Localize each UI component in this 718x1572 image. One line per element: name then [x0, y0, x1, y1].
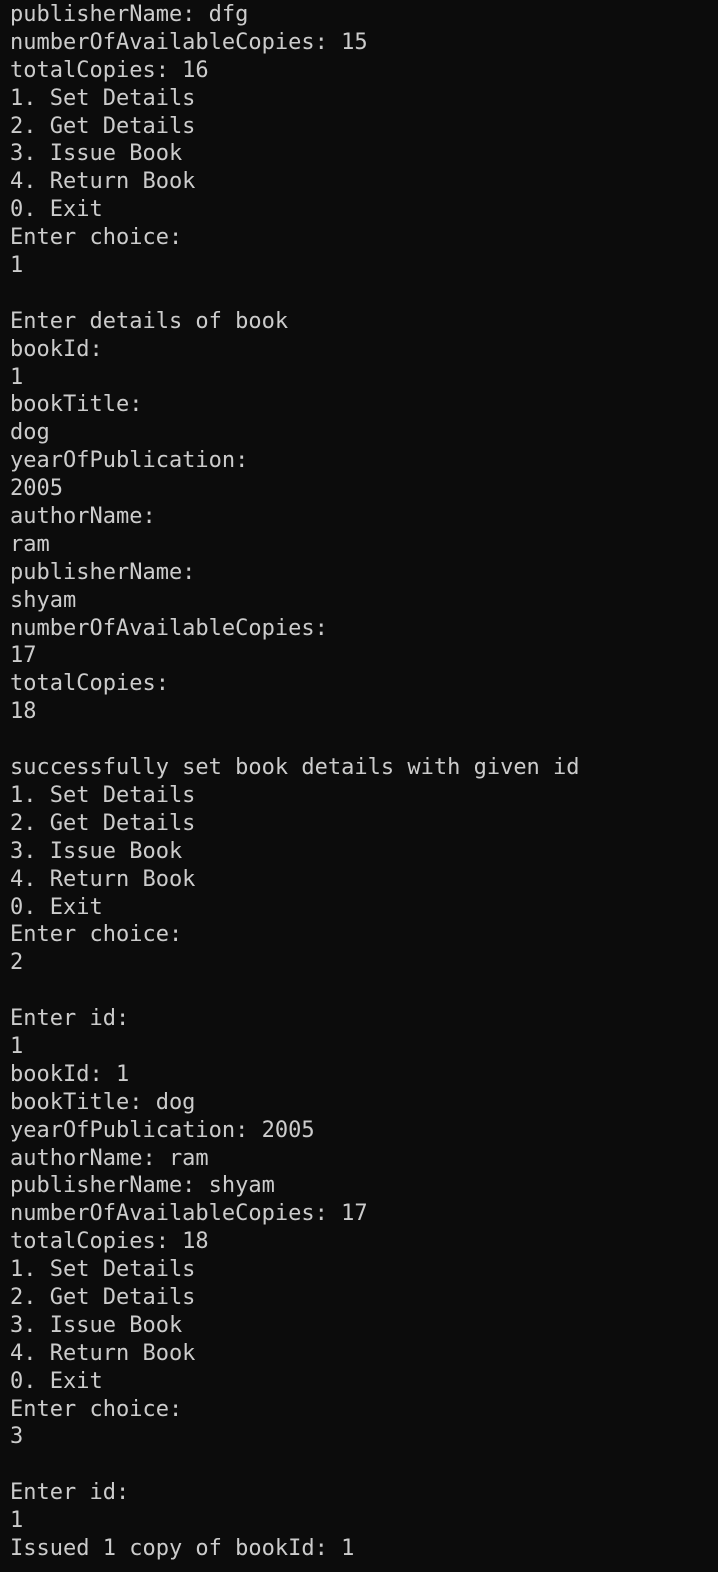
- terminal-line: Issued 1 copy of bookId: 1: [10, 1535, 355, 1561]
- terminal-line: 18: [10, 699, 37, 725]
- terminal-line: shyam: [10, 587, 77, 613]
- terminal-line: 2. Get Details: [10, 810, 196, 836]
- terminal-line: 1: [10, 1033, 24, 1059]
- terminal-line: 2: [10, 950, 24, 976]
- terminal-line: ram: [10, 531, 50, 557]
- terminal-line: 1. Set Details: [10, 1257, 196, 1283]
- terminal-line: publisherName:: [10, 559, 196, 585]
- terminal-line: Enter details of book: [10, 308, 289, 334]
- terminal-line: 3. Issue Book: [10, 1312, 183, 1338]
- terminal-line: bookTitle: dog: [10, 1089, 196, 1115]
- terminal-line: authorName: ram: [10, 1145, 209, 1171]
- terminal-line: 3. Issue Book: [10, 141, 183, 167]
- terminal-line: dog: [10, 420, 50, 446]
- terminal-line: yearOfPublication:: [10, 448, 249, 474]
- terminal-line: Enter choice:: [10, 225, 183, 251]
- terminal-line: bookTitle:: [10, 392, 143, 418]
- terminal-line: 0. Exit: [10, 894, 103, 920]
- terminal-line: publisherName: dfg: [10, 2, 249, 27]
- terminal-line: 0. Exit: [10, 197, 103, 223]
- terminal-line: 2. Get Details: [10, 1284, 196, 1310]
- terminal-line: 3. Issue Book: [10, 838, 183, 864]
- terminal-line: totalCopies: 18: [10, 1229, 209, 1255]
- terminal-line: 1: [10, 253, 24, 279]
- terminal-line: numberOfAvailableCopies: 15: [10, 29, 368, 55]
- terminal-line: 1: [10, 1508, 24, 1534]
- terminal-line: 17: [10, 643, 37, 669]
- terminal-line: totalCopies: 16: [10, 57, 209, 83]
- terminal-line: 1. Set Details: [10, 782, 196, 808]
- terminal-line: Enter id:: [10, 1006, 130, 1032]
- terminal-line: numberOfAvailableCopies: 17: [10, 1201, 368, 1227]
- terminal-line: publisherName: shyam: [10, 1173, 275, 1199]
- terminal-line: authorName:: [10, 504, 156, 530]
- terminal-line: Enter choice:: [10, 922, 183, 948]
- terminal-line: Enter choice:: [10, 1396, 183, 1422]
- terminal-line: 2005: [10, 476, 63, 502]
- terminal-output[interactable]: publisherName: dfg numberOfAvailableCopie…: [0, 0, 718, 1572]
- terminal-line: yearOfPublication: 2005: [10, 1117, 315, 1143]
- terminal-line: totalCopies:: [10, 671, 169, 697]
- terminal-line: bookId:: [10, 336, 103, 362]
- terminal-line: 1: [10, 364, 24, 390]
- terminal-line: 4. Return Book: [10, 169, 196, 195]
- terminal-line: 0. Exit: [10, 1368, 103, 1394]
- terminal-line: 4. Return Book: [10, 1340, 196, 1366]
- terminal-line: 3: [10, 1424, 24, 1450]
- terminal-line: bookId: 1: [10, 1061, 130, 1087]
- terminal-line: numberOfAvailableCopies:: [10, 615, 328, 641]
- terminal-line: 4. Return Book: [10, 866, 196, 892]
- terminal-line: 1. Set Details: [10, 85, 196, 111]
- terminal-line: Enter id:: [10, 1480, 130, 1506]
- terminal-line: 2. Get Details: [10, 113, 196, 139]
- terminal-line: successfully set book details with given…: [10, 755, 580, 781]
